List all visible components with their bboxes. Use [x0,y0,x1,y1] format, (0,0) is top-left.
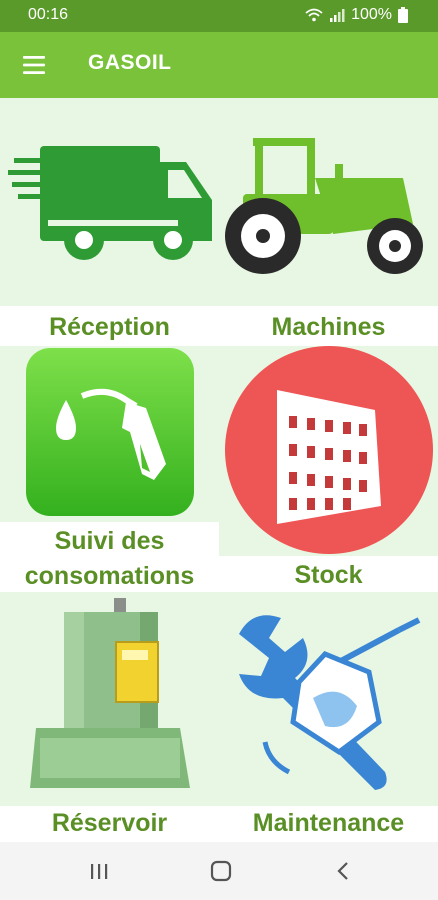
recent-apps-button[interactable] [79,854,119,888]
tile-reception[interactable]: Réception [0,98,219,346]
back-button[interactable] [323,854,363,888]
tile-consumption-label: Suivi des consomations [0,524,219,594]
tractor-icon [225,138,423,274]
home-button[interactable] [201,854,241,888]
back-icon [337,862,348,880]
app-title: GASOIL [88,51,172,74]
tile-reservoir-label: Réservoir [51,809,168,837]
tile-stock-label: Stock [294,561,363,589]
tile-stock[interactable]: Stock [219,346,438,592]
home-icon [210,860,232,882]
battery-icon [398,7,408,23]
tile-maintenance[interactable]: Maintenance [219,592,438,842]
tile-reception-label: Réception [49,313,170,341]
hamburger-menu-icon [23,56,45,74]
status-time: 00:16 [28,6,69,23]
tile-machines-label: Machines [271,313,386,341]
fuel-tank-icon [30,598,190,788]
system-nav-bar [0,842,438,900]
tile-consumption[interactable]: Suivi des consomations [0,346,219,592]
recent-apps-icon [91,864,108,879]
delivery-truck-icon [8,146,212,260]
signal-icon [330,9,345,22]
tile-machines[interactable]: Machines [219,98,438,346]
building-icon [225,346,433,554]
tile-maintenance-label: Maintenance [252,809,405,837]
tile-consumption-label-line1: Suivi des [54,527,165,555]
battery-percent: 100% [351,6,392,23]
status-bar: 00:16 100% [0,0,438,32]
menu-grid: Réception Machines Suivi des consomation… [0,98,438,842]
wifi-icon [305,8,323,22]
tile-consumption-label-line2: consomations [24,562,195,590]
status-icons: 100% [305,6,408,24]
menu-button[interactable] [14,47,54,83]
wrench-fuel-icon [239,615,421,790]
fuel-nozzle-icon [26,348,194,516]
tile-reservoir[interactable]: Réservoir [0,592,219,842]
app-bar: GASOIL [0,32,438,98]
